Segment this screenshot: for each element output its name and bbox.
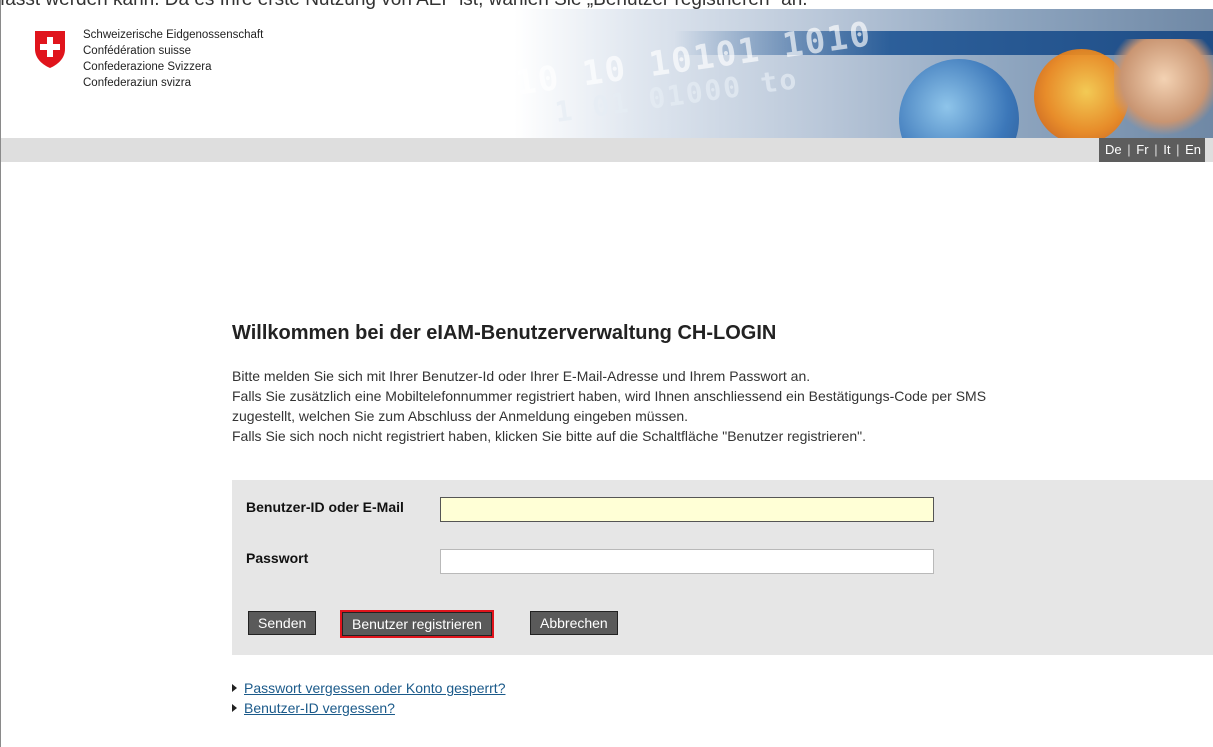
lang-separator: | — [1154, 142, 1158, 157]
user-id-input[interactable] — [440, 497, 934, 522]
page-header: Schweizerische Eidgenossenschaft Confédé… — [1, 9, 1213, 138]
link-row: Passwort vergessen oder Konto gesperrt? — [232, 678, 505, 698]
arrow-right-icon — [232, 704, 237, 712]
intro-line: Falls Sie zusätzlich eine Mobiltelefonnu… — [232, 388, 987, 404]
cancel-button[interactable]: Abbrechen — [530, 611, 618, 635]
register-user-button[interactable]: Benutzer registrieren — [340, 610, 494, 638]
intro-line: Falls Sie sich noch nicht registriert ha… — [232, 428, 867, 444]
arrow-right-icon — [232, 684, 237, 692]
language-bar: De | Fr | It | En — [1, 138, 1213, 162]
send-button[interactable]: Senden — [248, 611, 317, 635]
intro-text: Bitte melden Sie sich mit Ihrer Benutzer… — [232, 366, 1207, 446]
password-input[interactable] — [440, 549, 934, 574]
login-main: Willkommen bei der eIAM-Benutzerverwaltu… — [232, 320, 1213, 716]
fed-name-it: Confederazione Svizzera — [83, 61, 212, 73]
header-banner-image: 10 10 10101 1010 1 01 01000 to — [514, 9, 1213, 138]
lang-it-link[interactable]: It — [1163, 142, 1170, 157]
fed-name-rm: Confederaziun svizra — [83, 77, 192, 89]
password-label: Passwort — [246, 550, 309, 566]
forgot-password-link[interactable]: Passwort vergessen oder Konto gesperrt? — [244, 680, 505, 696]
ie-logo-icon — [899, 59, 1019, 138]
fed-name-fr: Confédération suisse — [83, 45, 192, 57]
login-form: Benutzer-ID oder E-Mail Passwort Senden … — [232, 480, 1213, 655]
lang-de-link[interactable]: De — [1105, 142, 1122, 157]
help-links: Passwort vergessen oder Konto gesperrt? … — [232, 678, 505, 718]
lang-en-link[interactable]: En — [1185, 142, 1201, 157]
intro-line: Bitte melden Sie sich mit Ihrer Benutzer… — [232, 368, 811, 384]
intro-line: zugestellt, welchen Sie zum Abschluss de… — [232, 408, 689, 424]
fed-name-de: Schweizerische Eidgenossenschaft — [83, 29, 264, 41]
link-row: Benutzer-ID vergessen? — [232, 698, 505, 718]
lang-separator: | — [1176, 142, 1180, 157]
user-id-label: Benutzer-ID oder E-Mail — [246, 499, 404, 515]
swiss-crest-icon — [35, 31, 65, 68]
lang-fr-link[interactable]: Fr — [1136, 142, 1148, 157]
language-switcher: De | Fr | It | En — [1099, 138, 1205, 162]
forgot-user-id-link[interactable]: Benutzer-ID vergessen? — [244, 700, 395, 716]
federation-names: Schweizerische Eidgenossenschaft Confédé… — [83, 27, 263, 91]
lang-separator: | — [1127, 142, 1131, 157]
top-caption: fasst werden kann. Da es Ihre erste Nutz… — [0, 0, 1213, 9]
page-title: Willkommen bei der eIAM-Benutzerverwaltu… — [232, 322, 777, 344]
support-person-image — [1114, 39, 1213, 138]
